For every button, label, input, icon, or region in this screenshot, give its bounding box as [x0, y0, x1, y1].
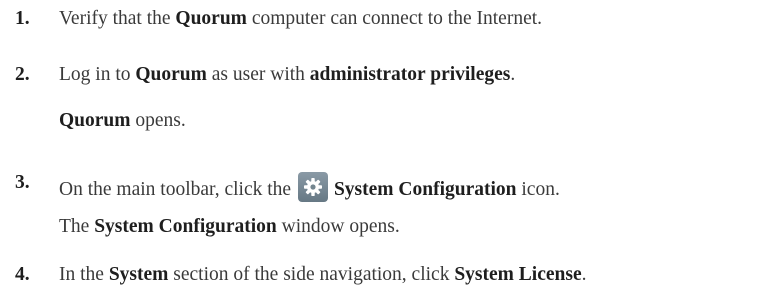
instruction-text: icon.: [516, 179, 560, 200]
instruction-text: Verify that the: [59, 8, 176, 29]
instruction-text: In the: [59, 264, 109, 285]
app-name: Quorum: [175, 8, 247, 29]
step-instruction: In the System section of the side naviga…: [59, 264, 586, 286]
step-number: 1.: [15, 8, 30, 29]
instruction-text: section of the side navigation, click: [168, 264, 455, 285]
step-result: Quorum opens.: [59, 110, 186, 132]
feature-name: System Configuration: [94, 216, 277, 237]
result-text: opens.: [130, 110, 186, 131]
gear-icon: [297, 172, 328, 202]
privilege-term: administrator privileges: [309, 64, 511, 85]
instruction-text: .: [510, 64, 516, 85]
menu-item-name: System License: [454, 264, 582, 285]
step-number: 3.: [15, 172, 30, 193]
result-text: The: [59, 216, 95, 237]
feature-name: System Configuration: [333, 179, 517, 200]
step-instruction: Log in to Quorum as user with administra…: [59, 64, 515, 86]
instruction-text: as user with: [206, 64, 310, 85]
app-name: Quorum: [135, 64, 207, 85]
section-name: System: [108, 264, 169, 285]
step-number: 2.: [15, 64, 30, 85]
instruction-text: computer can connect to the Internet.: [246, 8, 543, 29]
instruction-text: Log in to: [59, 64, 136, 85]
app-name: Quorum: [59, 110, 131, 131]
instruction-text: On the main toolbar, click the: [59, 179, 296, 200]
step-instruction: On the main toolbar, click the System Co…: [59, 172, 560, 202]
step-instruction: Verify that the Quorum computer can conn…: [59, 8, 542, 30]
instruction-text: .: [581, 264, 587, 285]
gear-icon-glyph: [303, 178, 322, 196]
step-number: 4.: [15, 264, 30, 285]
step-result: The System Configuration window opens.: [59, 216, 400, 238]
result-text: window opens.: [276, 216, 400, 237]
